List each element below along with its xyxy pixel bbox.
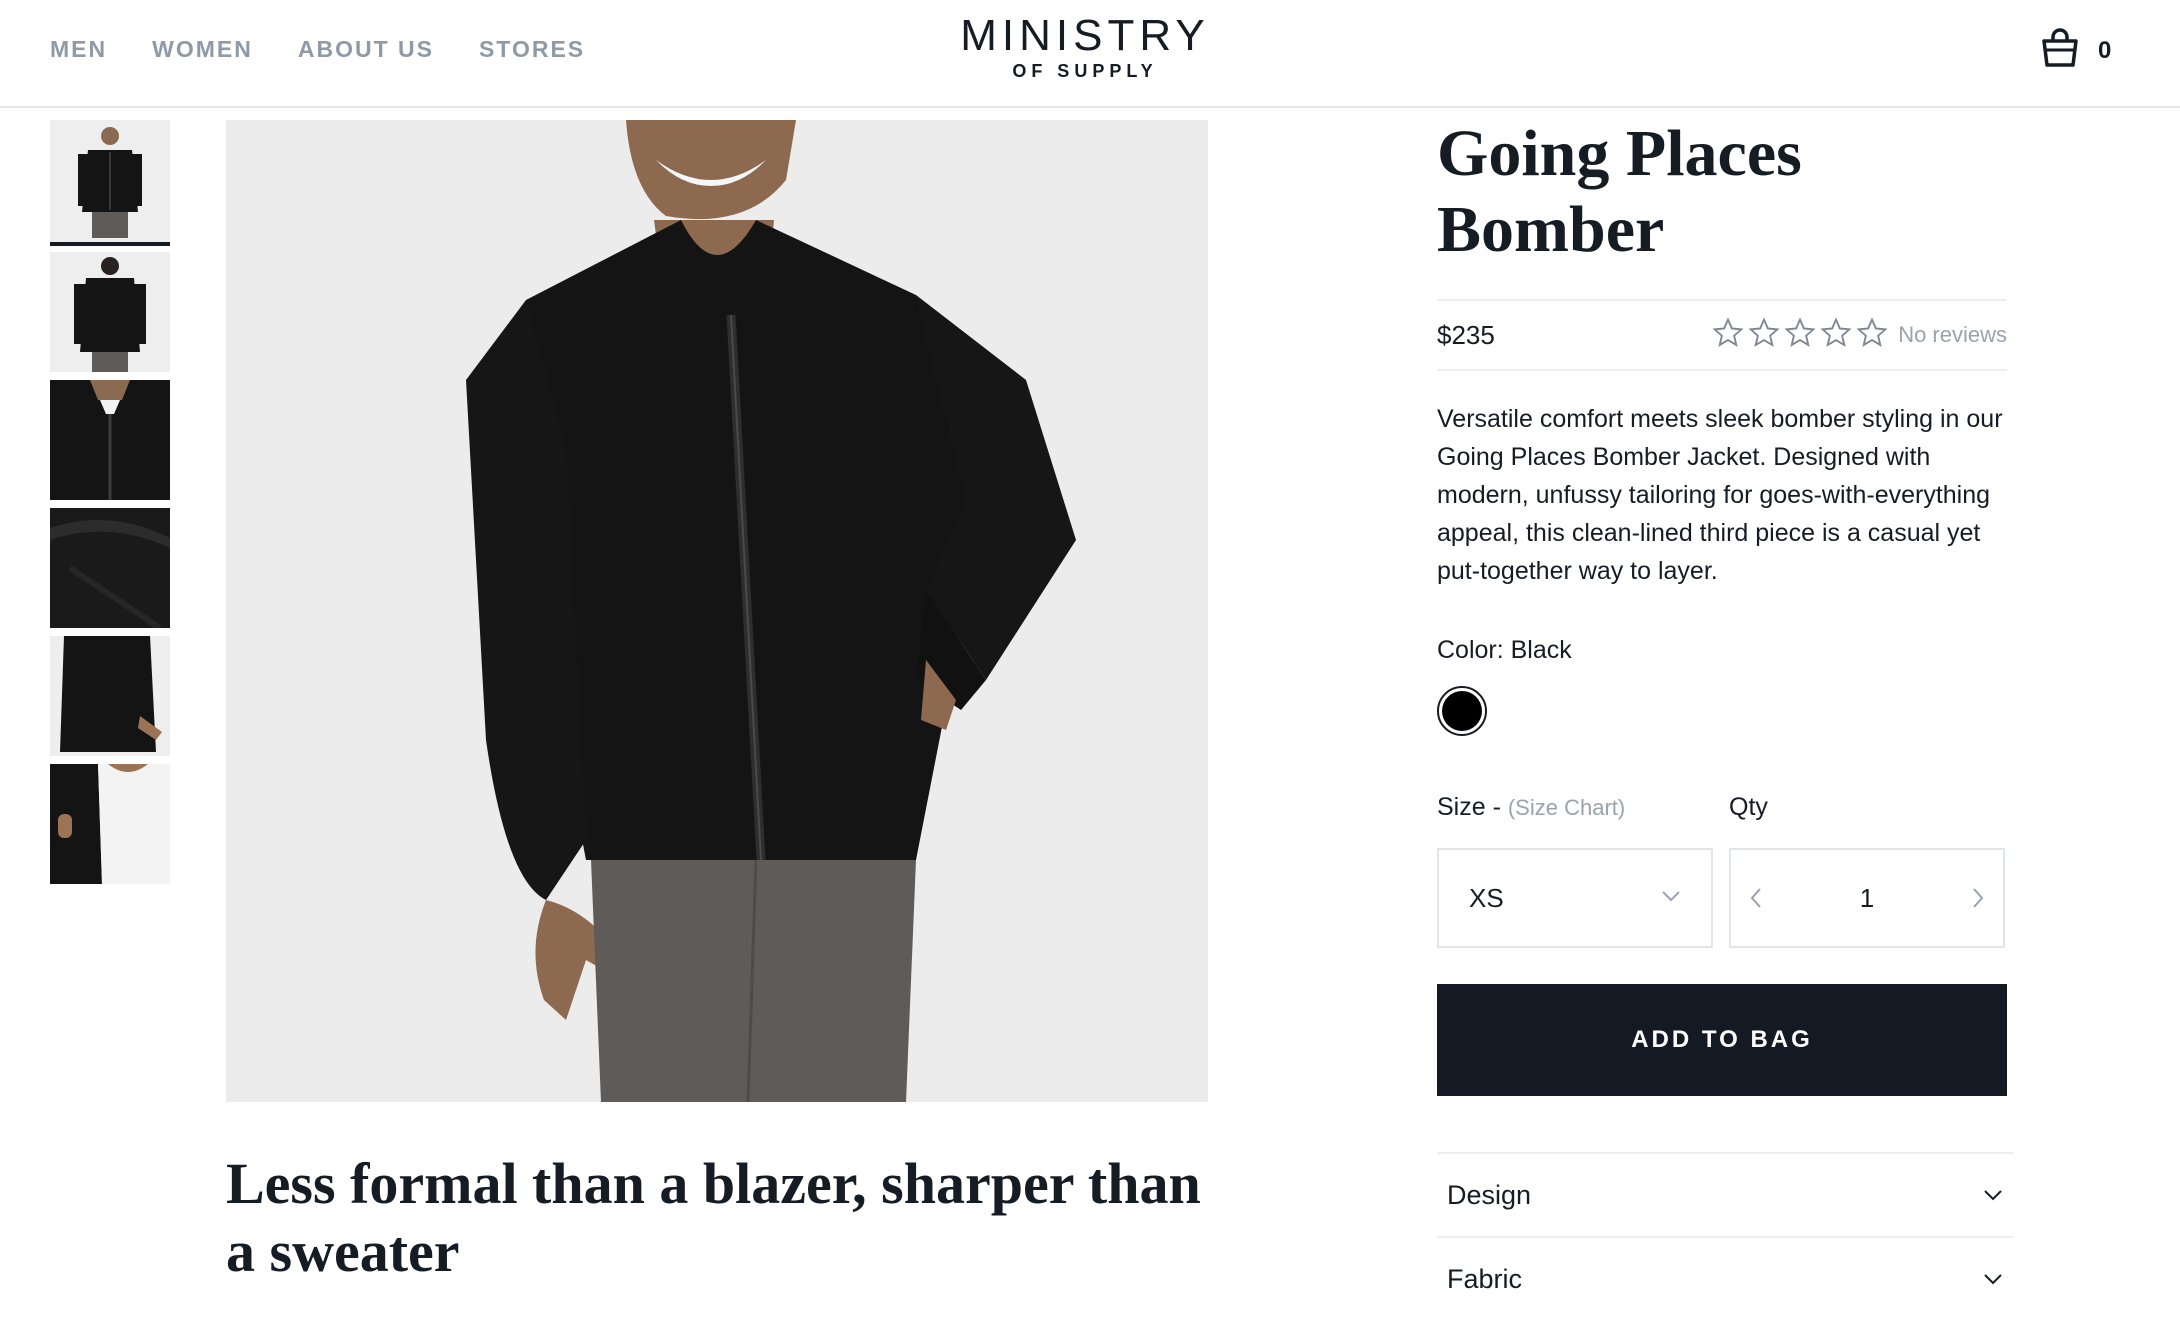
accordion-design[interactable]: Design: [1437, 1152, 2013, 1236]
cart-count: 0: [2098, 36, 2112, 64]
price-rating-row: $235 No reviews: [1437, 299, 2007, 371]
size-dropdown[interactable]: XS: [1437, 848, 1713, 948]
chevron-down-icon: [1984, 1274, 2002, 1285]
qty-label: Qty: [1729, 793, 1768, 821]
star-icon: [1712, 316, 1744, 354]
size-label: Size - (Size Chart): [1437, 793, 1625, 822]
size-label-text: Size -: [1437, 793, 1501, 821]
shopping-bag-icon: [2040, 28, 2080, 73]
chevron-down-icon: [1661, 889, 1681, 907]
qty-decrease-button[interactable]: [1749, 887, 1763, 909]
accordion-fabric[interactable]: Fabric: [1437, 1236, 2013, 1320]
product-title-line2: Bomber: [1437, 193, 1665, 266]
chevron-right-icon: [1973, 888, 1984, 908]
star-icon: [1820, 316, 1852, 354]
logo-sub-text: OF SUPPLY: [1012, 61, 1158, 81]
thumbnail-collar-detail[interactable]: [50, 380, 170, 500]
add-to-bag-button[interactable]: ADD TO BAG: [1437, 984, 2007, 1096]
nav-about-us[interactable]: ABOUT US: [298, 36, 434, 63]
product-price: $235: [1437, 319, 1495, 350]
feature-headline: Less formal than a blazer, sharper than …: [226, 1151, 1201, 1284]
rating-link[interactable]: No reviews: [1712, 316, 2007, 354]
thumbnail-fabric-detail[interactable]: [50, 508, 170, 628]
accordion-fabric-label: Fabric: [1447, 1263, 1523, 1294]
main-product-image[interactable]: [226, 120, 1208, 1102]
size-selected-value: XS: [1469, 882, 1504, 913]
qty-value[interactable]: 1: [1860, 883, 1874, 914]
product-title-line1: Going Places: [1437, 117, 1802, 190]
star-icon: [1856, 316, 1888, 354]
quantity-stepper: 1: [1729, 848, 2005, 948]
logo-main-text: MINISTRY: [960, 11, 1210, 60]
swatch-fill: [1442, 691, 1482, 731]
cart-button[interactable]: 0: [2040, 28, 2111, 73]
size-chart-link[interactable]: (Size Chart): [1508, 795, 1625, 820]
chevron-left-icon: [1750, 888, 1761, 908]
thumbnail-front-view[interactable]: [50, 120, 170, 246]
reviews-count: No reviews: [1898, 322, 2007, 347]
nav-men[interactable]: MEN: [50, 36, 107, 63]
nav-stores[interactable]: STORES: [479, 36, 585, 63]
qty-increase-button[interactable]: [1971, 887, 1985, 909]
color-label: Color: Black: [1437, 636, 1572, 664]
main-nav: MEN WOMEN ABOUT US STORES: [50, 36, 585, 63]
accordion-design-label: Design: [1447, 1179, 1532, 1210]
thumbnail-list: [50, 120, 170, 892]
thumbnail-side-detail[interactable]: [50, 636, 170, 756]
site-header: MEN WOMEN ABOUT US STORES MINISTRY OF SU…: [0, 0, 2180, 108]
product-title: Going Places Bomber: [1437, 116, 2013, 268]
product-description: Versatile comfort meets sleek bomber sty…: [1437, 405, 2003, 585]
nav-women[interactable]: WOMEN: [152, 36, 253, 63]
thumbnail-lining-detail[interactable]: [50, 764, 170, 884]
thumbnail-back-view[interactable]: [50, 252, 170, 372]
star-icon: [1784, 316, 1816, 354]
color-swatch-black[interactable]: [1437, 686, 1487, 736]
product-info-panel: Going Places Bomber $235 No reviews Vers…: [1437, 116, 2013, 1294]
star-icon: [1748, 316, 1780, 354]
brand-logo[interactable]: MINISTRY OF SUPPLY: [950, 12, 1220, 82]
chevron-down-icon: [1984, 1190, 2002, 1201]
